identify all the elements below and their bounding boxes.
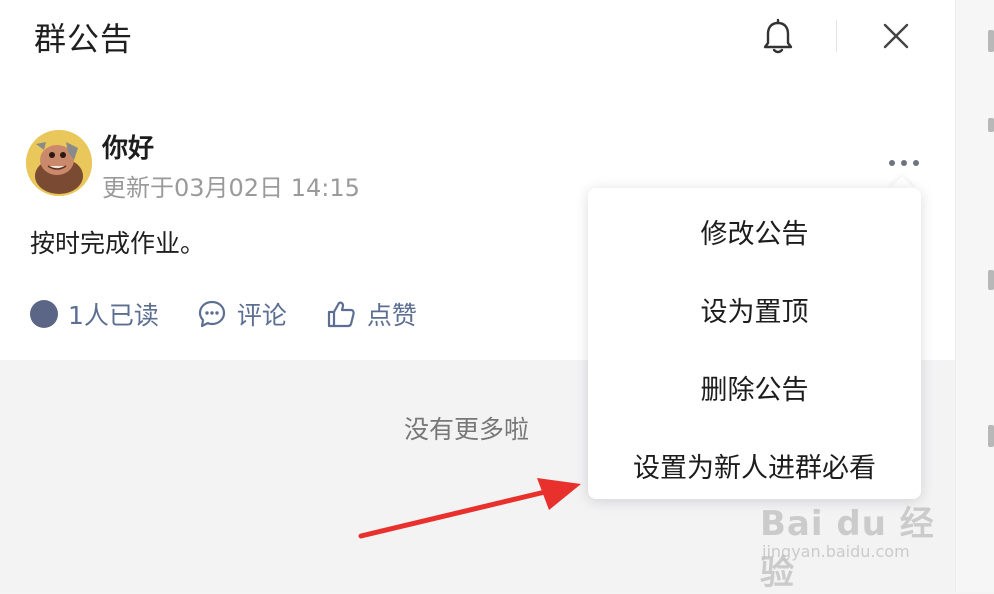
menu-item-edit-announcement[interactable]: 修改公告: [588, 212, 921, 251]
more-options-icon[interactable]: [884, 150, 924, 176]
context-menu: 修改公告 设为置顶 删除公告 设置为新人进群必看: [588, 188, 921, 499]
page-title: 群公告: [34, 20, 134, 58]
reader-avatar-icon: [30, 300, 58, 328]
baidu-jingyan-watermark: Bai du 经验 jingyan.baidu.com: [760, 488, 950, 593]
thumbs-up-icon: [327, 301, 355, 328]
comment-icon: [198, 300, 226, 328]
sidebar-edge-mark: [988, 270, 994, 290]
right-sidebar-edge: [955, 0, 994, 592]
bell-icon[interactable]: [760, 18, 796, 56]
announcement-content: 按时完成作业。: [30, 229, 206, 258]
watermark-url: jingyan.baidu.com: [762, 542, 910, 561]
avatar[interactable]: [26, 130, 92, 196]
comment-button[interactable]: 评论: [197, 296, 287, 332]
dot: [901, 160, 907, 166]
menu-item-delete-announcement[interactable]: 删除公告: [588, 368, 921, 407]
header-divider: [836, 20, 837, 52]
menu-item-newcomer-must-read[interactable]: 设置为新人进群必看: [588, 446, 921, 485]
like-button[interactable]: 点赞: [325, 296, 417, 332]
dot: [913, 160, 919, 166]
like-label: 点赞: [366, 301, 417, 330]
post-timestamp: 更新于03月02日 14:15: [102, 174, 360, 202]
read-count-label: 1人已读: [68, 301, 159, 330]
author-name: 你好: [102, 134, 155, 164]
menu-item-pin-top[interactable]: 设为置顶: [588, 290, 921, 329]
dot: [889, 160, 895, 166]
comment-label: 评论: [236, 301, 287, 330]
avatar-image: [26, 130, 92, 196]
read-count-button[interactable]: 1人已读: [30, 296, 159, 332]
post-actions: 1人已读 评论 点赞: [30, 294, 417, 334]
sidebar-edge-mark: [988, 30, 994, 52]
annotation-arrow-icon: [358, 478, 581, 539]
no-more-text: 没有更多啦: [404, 415, 530, 444]
sidebar-edge-mark: [988, 425, 994, 447]
sidebar-edge-mark: [988, 118, 994, 132]
close-icon[interactable]: [880, 20, 912, 52]
